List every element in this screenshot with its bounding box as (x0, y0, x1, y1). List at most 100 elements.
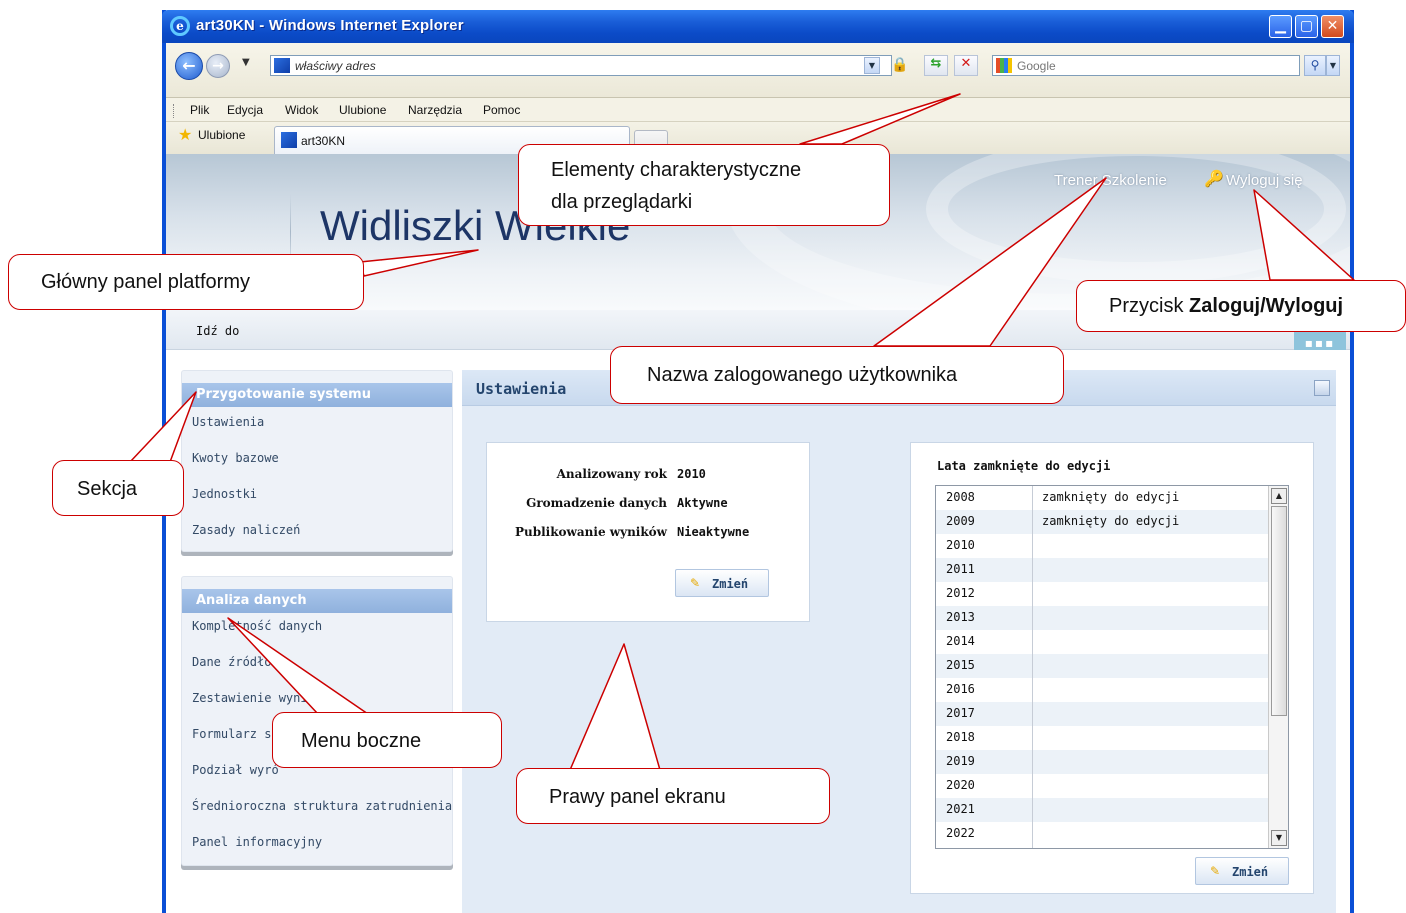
stop-button[interactable]: ✕ (954, 55, 978, 76)
scroll-thumb[interactable] (1271, 506, 1287, 716)
year-cell: 2016 (946, 682, 975, 696)
menu-tools[interactable]: Narzędzia (408, 102, 462, 118)
table-row[interactable]: 2014 (936, 630, 1268, 654)
sidebar-item-panel-informacyjny[interactable]: Panel informacyjny (192, 835, 322, 849)
maximize-button[interactable]: ▢ (1295, 15, 1318, 38)
panel-collapse-icon[interactable] (1314, 380, 1330, 396)
table-row[interactable]: 2011 (936, 558, 1268, 582)
logged-user-name: Trener Szkolenie (1054, 172, 1167, 189)
pencil-icon: ✎ (1210, 864, 1221, 878)
status-cell: zamknięty do edycji (1042, 514, 1180, 528)
panel-title: Ustawienia (476, 380, 567, 398)
goto-menu[interactable]: Idź do (196, 324, 239, 338)
forward-button[interactable]: → (206, 54, 230, 78)
sidebar-item-zestawienie-wynikow[interactable]: Zestawienie wyników (192, 691, 329, 705)
annotation-logged-user: Nazwa zalogowanego użytkownika (610, 346, 1064, 404)
pencil-icon: ✎ (690, 576, 701, 590)
setting-label: Publikowanie wyników (514, 525, 667, 539)
table-row[interactable]: 2010 (936, 534, 1268, 558)
favorites-button[interactable]: Ulubione (198, 127, 245, 143)
vertical-scrollbar[interactable]: ▲ ▼ (1268, 486, 1288, 848)
sidebar-item-zasady-naliczen[interactable]: Zasady naliczeń (192, 523, 300, 537)
menu-file[interactable]: Plik (190, 102, 209, 118)
closed-years-card: Lata zamknięte do edycji 2008 zamknięty d… (910, 442, 1314, 894)
sidebar-item-ustawienia[interactable]: Ustawienia (192, 415, 264, 429)
year-cell: 2011 (946, 562, 975, 576)
page-favicon-icon (274, 58, 290, 73)
annotation-login-button: Przycisk Zaloguj/Wyloguj (1076, 280, 1406, 332)
year-cell: 2012 (946, 586, 975, 600)
table-row[interactable]: 2018 (936, 726, 1268, 750)
annotation-section: Sekcja (52, 460, 184, 516)
logout-link[interactable]: Wyloguj się (1226, 172, 1303, 190)
favorites-star-icon[interactable]: ★ (178, 126, 192, 144)
google-logo-icon (996, 58, 1012, 73)
menu-grip-handle[interactable] (173, 104, 176, 118)
sidebar-item-dane-zrodlowe[interactable]: Dane źródłowe (192, 655, 286, 669)
address-text: właściwy adres (295, 59, 376, 73)
history-dropdown-icon[interactable]: ▼ (242, 57, 250, 68)
year-cell: 2013 (946, 610, 975, 624)
annotation-text: Menu boczne (301, 730, 422, 752)
sidebar-item-kompletnosc-danych[interactable]: Kompletność danych (192, 619, 322, 633)
back-button[interactable]: ← (175, 52, 203, 80)
table-row[interactable]: 2009 zamknięty do edycji (936, 510, 1268, 534)
table-row[interactable]: 2008 zamknięty do edycji (936, 486, 1268, 510)
refresh-button[interactable]: ⇆ (924, 55, 948, 76)
sidebar-item-jednostki[interactable]: Jednostki (192, 487, 257, 501)
annotation-text: Nazwa zalogowanego użytkownika (647, 364, 958, 386)
table-row[interactable]: 2013 (936, 606, 1268, 630)
search-input[interactable]: Google (992, 55, 1300, 76)
key-icon[interactable]: 🔑 (1204, 170, 1224, 188)
sidebar-item-kwoty-bazowe[interactable]: Kwoty bazowe (192, 451, 279, 465)
sidebar-item-podzial[interactable]: Podział wyró (192, 763, 279, 777)
annotation-text: dla przeglądarki (551, 191, 693, 213)
table-row[interactable]: 2016 (936, 678, 1268, 702)
annotation-text: Przycisk Zaloguj/Wyloguj (1109, 293, 1343, 319)
status-cell: zamknięty do edycji (1042, 490, 1180, 504)
menu-help[interactable]: Pomoc (483, 102, 520, 118)
annotation-right-panel: Prawy panel ekranu (516, 768, 830, 824)
search-icon[interactable]: ⚲ (1304, 55, 1326, 76)
address-dropdown-icon[interactable]: ▼ (864, 57, 880, 74)
table-row[interactable]: 2012 (936, 582, 1268, 606)
menu-view[interactable]: Widok (285, 102, 318, 118)
sidebar-section: Przygotowanie systemu Ustawienia Kwoty b… (181, 370, 453, 552)
change-settings-button[interactable]: ✎ Zmień (675, 569, 769, 597)
address-input[interactable]: właściwy adres (270, 55, 892, 76)
table-row[interactable]: 2019 (936, 750, 1268, 774)
year-cell: 2022 (946, 826, 975, 840)
annotation-text: Sekcja (77, 478, 138, 500)
change-years-button[interactable]: ✎ Zmień (1195, 857, 1289, 885)
setting-value: 2010 (677, 467, 706, 481)
lock-icon[interactable]: 🔒 (890, 55, 910, 76)
table-row[interactable]: 2015 (936, 654, 1268, 678)
year-cell: 2009 (946, 514, 975, 528)
year-cell: 2017 (946, 706, 975, 720)
table-row[interactable]: 2020 (936, 774, 1268, 798)
annotation-text-prefix: Przycisk (1109, 295, 1189, 317)
right-panel: Ustawienia Analizowany rok 2010 Gromadze… (462, 370, 1336, 913)
close-button[interactable]: ✕ (1321, 15, 1344, 38)
annotation-text-bold: Zaloguj/Wyloguj (1189, 295, 1344, 317)
scroll-down-icon[interactable]: ▼ (1271, 830, 1287, 846)
settings-card: Analizowany rok 2010 Gromadzenie danych … (486, 442, 810, 622)
search-options-dropdown-icon[interactable]: ▼ (1326, 55, 1340, 76)
content-area: Przygotowanie systemu Ustawienia Kwoty b… (166, 350, 1350, 913)
title-bar[interactable]: e art30KN - Windows Internet Explorer ▁ … (162, 10, 1354, 43)
minimize-button[interactable]: ▁ (1269, 15, 1292, 38)
section-header[interactable]: Przygotowanie systemu (182, 383, 452, 407)
menu-edit[interactable]: Edycja (227, 102, 263, 118)
year-cell: 2010 (946, 538, 975, 552)
table-row[interactable]: 2022 (936, 822, 1268, 846)
scroll-up-icon[interactable]: ▲ (1271, 488, 1287, 504)
sidebar-item-srednioroczna-struktura[interactable]: Średnioroczna struktura zatrudnienia (192, 799, 452, 813)
table-row[interactable]: 2017 (936, 702, 1268, 726)
section-header[interactable]: Analiza danych (182, 589, 452, 613)
setting-value: Nieaktywne (677, 525, 750, 539)
menu-favorites[interactable]: Ulubione (339, 102, 386, 118)
sidebar-item-formularz[interactable]: Formularz s (192, 727, 271, 741)
table-row[interactable]: 2021 (936, 798, 1268, 822)
years-list[interactable]: 2008 zamknięty do edycji 2009 zamknięty do… (935, 485, 1289, 849)
window-title: art30KN - Windows Internet Explorer (196, 17, 464, 34)
